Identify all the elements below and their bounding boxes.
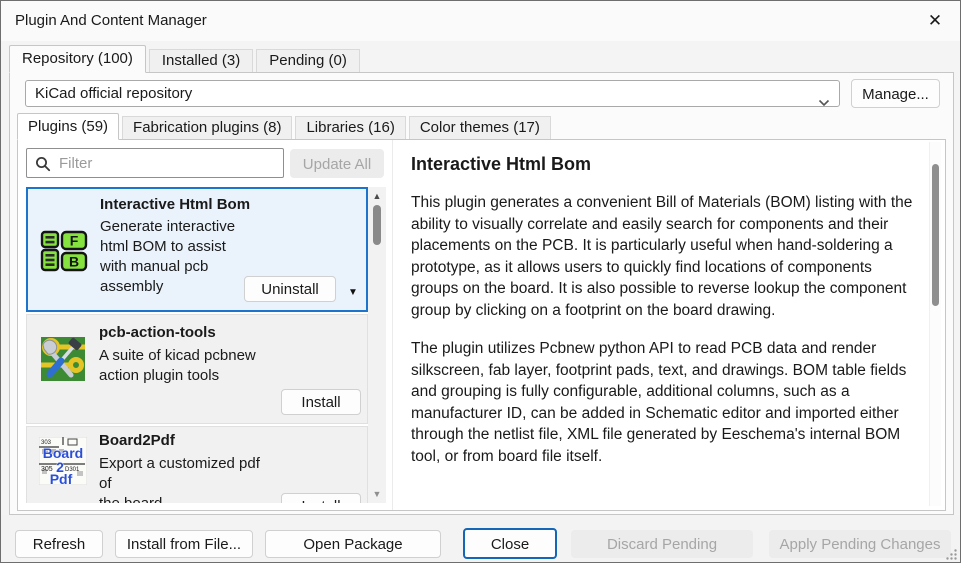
details-paragraph: This plugin generates a convenient Bill … xyxy=(411,192,919,321)
scrollbar-thumb[interactable] xyxy=(932,164,939,306)
list-item-interactive-html-bom[interactable]: F B Interactive Html Bom Generate intera… xyxy=(26,187,368,312)
plugin-description: A suite of kicad pcbnew action plugin to… xyxy=(99,346,339,386)
install-button[interactable]: Install xyxy=(281,389,361,415)
chevron-down-icon xyxy=(818,90,830,115)
update-all-button: Update All xyxy=(290,149,384,178)
scroll-up-icon[interactable]: ▲ xyxy=(368,189,386,203)
plugin-title: Board2Pdf xyxy=(99,432,175,449)
title-bar: Plugin And Content Manager ✕ xyxy=(1,1,960,41)
plugin-list: F B Interactive Html Bom Generate intera… xyxy=(26,187,386,503)
plugin-title: pcb-action-tools xyxy=(99,324,216,341)
filter-input[interactable] xyxy=(57,150,277,176)
svg-text:Pdf: Pdf xyxy=(50,471,73,485)
plugin-details-panel: Interactive Html Bom This plugin generat… xyxy=(392,140,945,510)
manage-button[interactable]: Manage... xyxy=(851,79,940,108)
footer-bar: Refresh Install from File... Open Packag… xyxy=(1,515,960,563)
uninstall-button[interactable]: Uninstall xyxy=(244,276,336,302)
tab-libraries[interactable]: Libraries (16) xyxy=(295,116,405,139)
board2pdf-icon: 303 305 D301 Board 2 Pdf xyxy=(39,437,87,485)
tab-fabrication-plugins[interactable]: Fabrication plugins (8) xyxy=(122,116,292,139)
refresh-button[interactable]: Refresh xyxy=(15,530,103,558)
discard-pending-changes-button: Discard Pending Changes xyxy=(571,530,753,558)
repository-select-value: KiCad official repository xyxy=(35,85,192,102)
tab-pending[interactable]: Pending (0) xyxy=(256,49,360,72)
tab-repository[interactable]: Repository (100) xyxy=(9,45,146,73)
svg-text:B: B xyxy=(69,254,79,270)
window-title: Plugin And Content Manager xyxy=(15,1,207,41)
details-paragraph: The plugin utilizes Pcbnew python API to… xyxy=(411,338,919,467)
repository-select[interactable]: KiCad official repository xyxy=(25,80,840,107)
list-item-pcb-action-tools[interactable]: pcb-action-tools A suite of kicad pcbnew… xyxy=(26,314,368,424)
tab-plugins[interactable]: Plugins (59) xyxy=(17,113,119,140)
search-icon xyxy=(35,156,51,172)
action-menu-arrow-icon[interactable]: ▼ xyxy=(346,286,360,300)
interactive-html-bom-icon: F B xyxy=(40,227,88,275)
plugins-panel: Update All F B Interactive Ht xyxy=(17,139,946,511)
details-scrollbar[interactable] xyxy=(929,142,941,506)
open-package-directory-button[interactable]: Open Package Directory xyxy=(265,530,441,558)
scrollbar-thumb[interactable] xyxy=(373,205,381,245)
close-icon[interactable]: ✕ xyxy=(920,8,950,34)
plugin-list-scrollbar[interactable]: ▲ ▼ xyxy=(368,187,386,503)
filter-box xyxy=(26,148,284,178)
scroll-down-icon[interactable]: ▼ xyxy=(368,487,386,501)
close-button[interactable]: Close xyxy=(463,528,557,559)
install-from-file-button[interactable]: Install from File... xyxy=(115,530,253,558)
pcb-action-tools-icon xyxy=(39,335,87,383)
list-item-board2pdf[interactable]: 303 305 D301 Board 2 Pdf Board2Pdf Expor… xyxy=(26,426,368,503)
main-tab-bar: Repository (100) Installed (3) Pending (… xyxy=(9,45,360,72)
apply-pending-changes-button: Apply Pending Changes xyxy=(769,530,951,558)
resize-grip[interactable] xyxy=(945,548,958,561)
tab-color-themes[interactable]: Color themes (17) xyxy=(409,116,551,139)
svg-text:F: F xyxy=(70,233,79,249)
tab-installed[interactable]: Installed (3) xyxy=(149,49,253,72)
install-button[interactable]: Install xyxy=(281,493,361,503)
content-type-tab-bar: Plugins (59) Fabrication plugins (8) Lib… xyxy=(17,113,551,139)
details-title: Interactive Html Bom xyxy=(411,154,905,175)
plugin-and-content-manager-dialog: Plugin And Content Manager ✕ Repository … xyxy=(0,0,961,563)
plugin-title: Interactive Html Bom xyxy=(100,196,250,213)
